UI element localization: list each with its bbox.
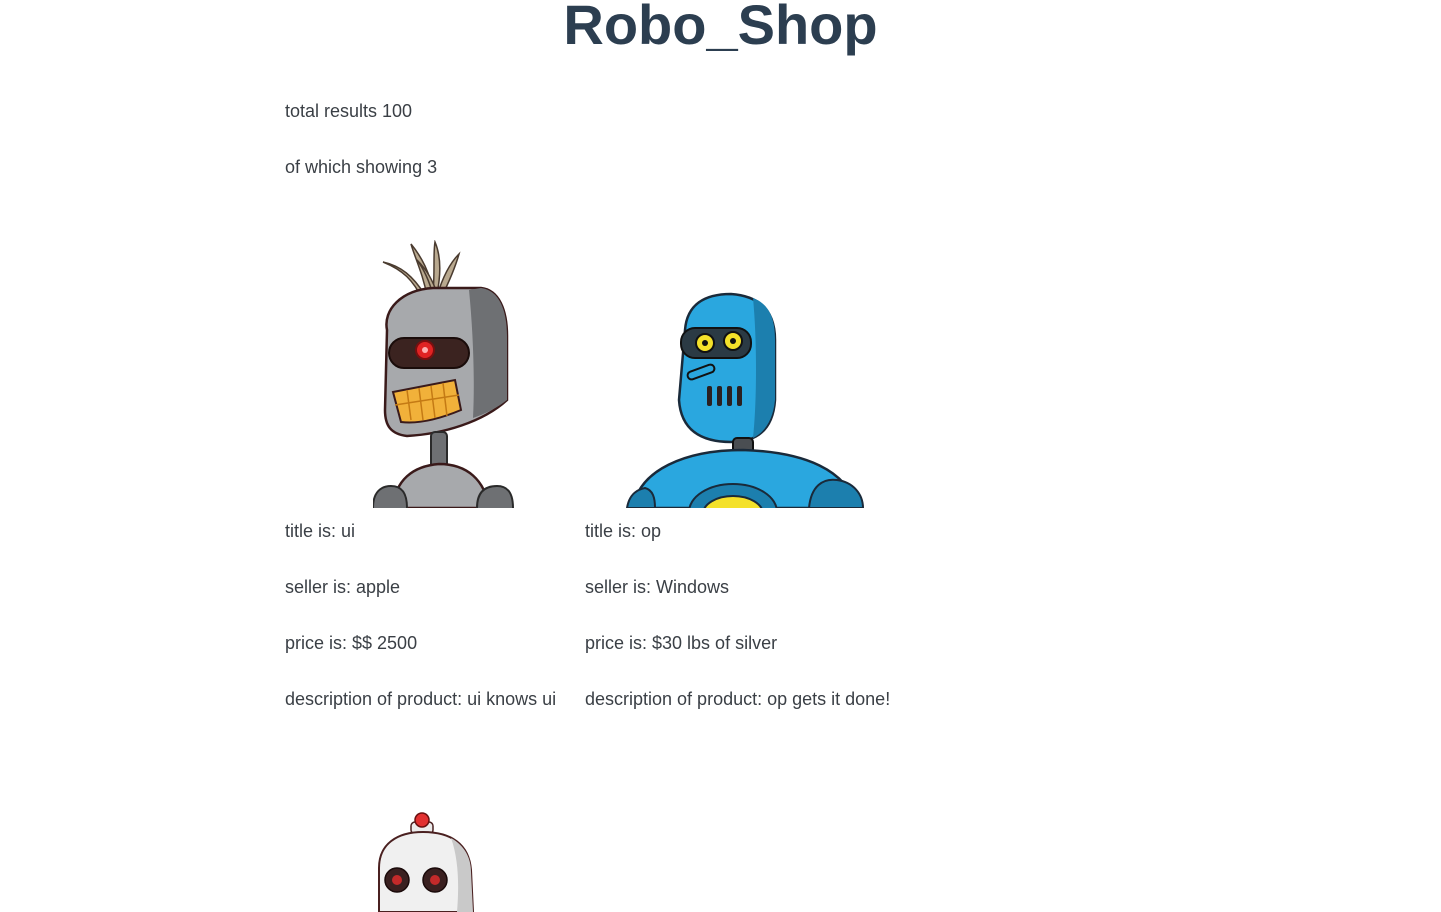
product-card[interactable]: title is: ui seller is: apple price is: … xyxy=(285,230,585,720)
product-title: title is: ui xyxy=(285,521,356,541)
product-price: price is: $30 lbs of silver xyxy=(585,633,778,653)
product-seller: seller is: Windows xyxy=(585,577,730,597)
product-title: title is: op xyxy=(585,521,662,541)
white-robot-icon[interactable] xyxy=(371,810,481,912)
product-description: description of product: op gets it done! xyxy=(585,689,891,709)
product-card[interactable] xyxy=(285,800,585,912)
showing-count-text: of which showing 3 xyxy=(285,157,438,177)
product-card[interactable]: title is: op seller is: Windows price is… xyxy=(585,230,890,720)
product-seller: seller is: apple xyxy=(285,577,401,597)
product-description: description of product: ui knows ui xyxy=(285,689,557,709)
page-title: Robo_Shop xyxy=(563,0,878,56)
product-price: price is: $$ 2500 xyxy=(285,633,418,653)
blue-robot-icon[interactable] xyxy=(625,290,865,508)
gray-robot-icon[interactable] xyxy=(373,240,533,508)
total-results-text: total results 100 xyxy=(285,101,413,121)
